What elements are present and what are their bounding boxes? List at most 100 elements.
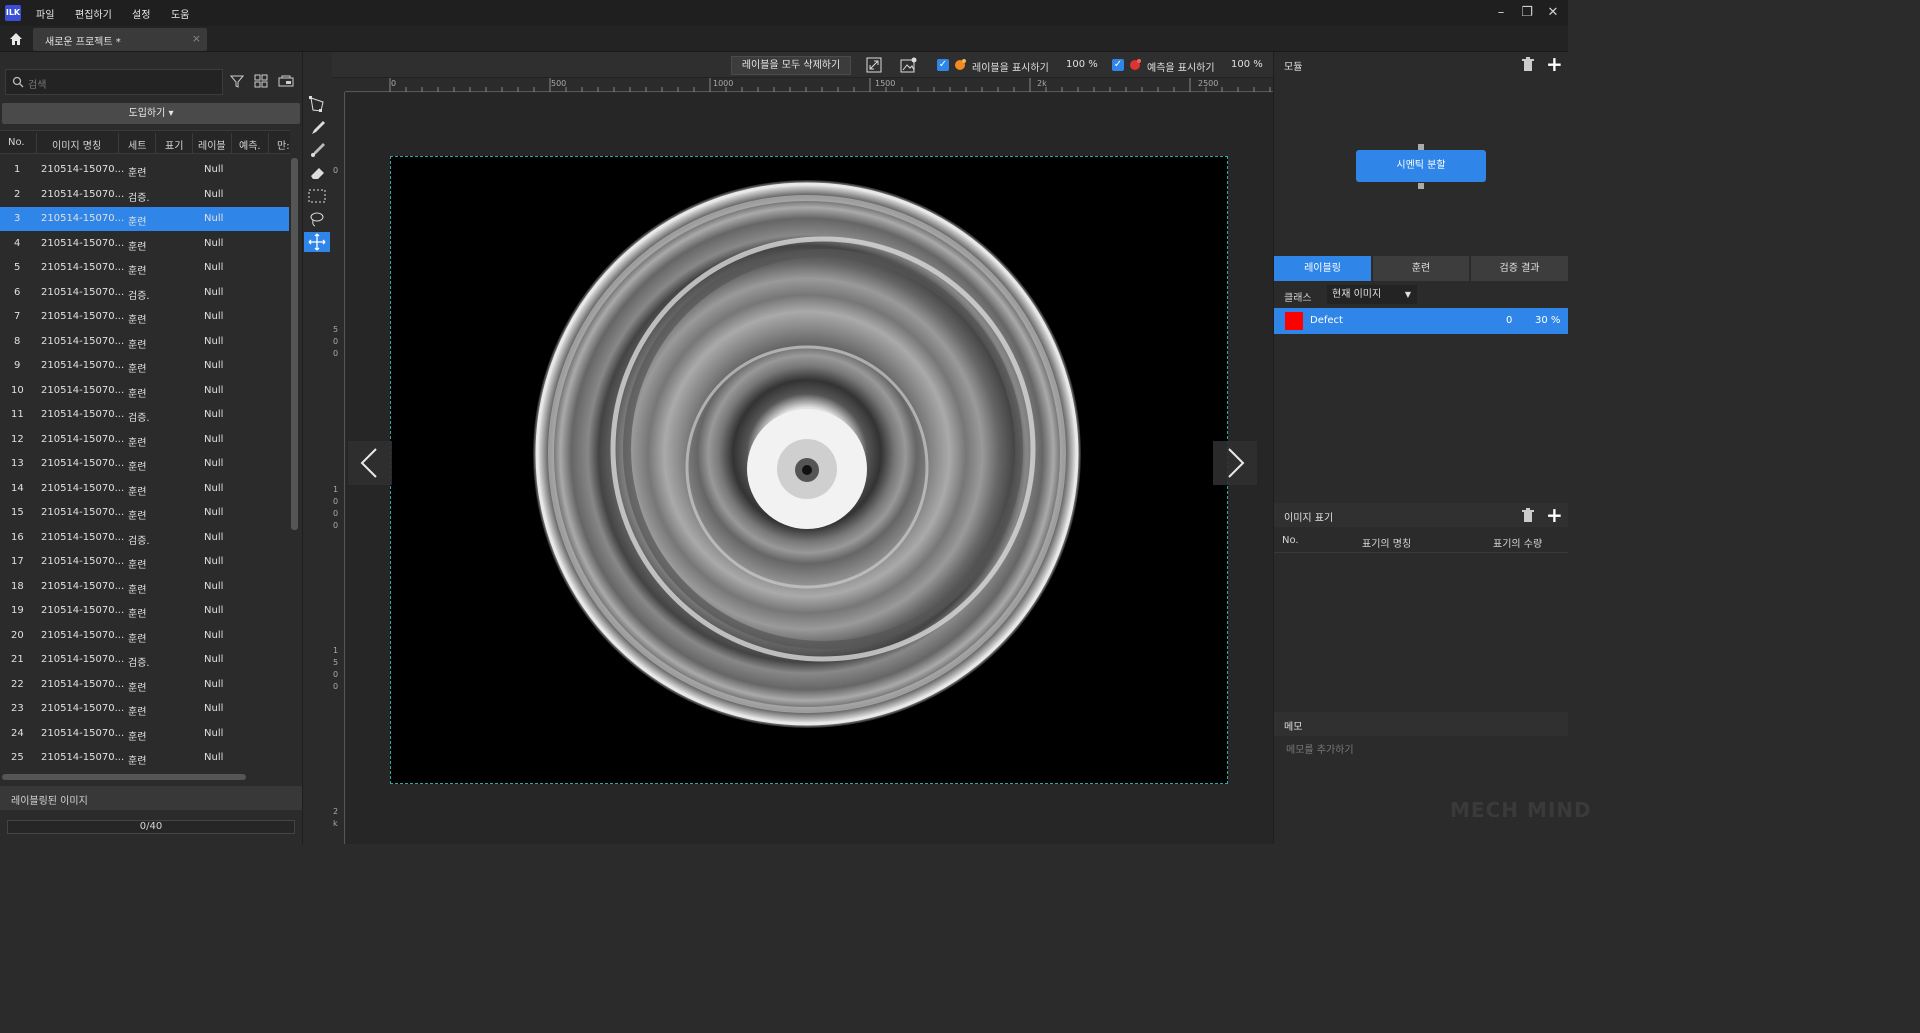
class-color-swatch[interactable]: [1285, 312, 1303, 330]
table-row[interactable]: 11 210514-15070... 검증. Null: [0, 403, 289, 427]
table-row[interactable]: 22 210514-15070... 훈련 Null: [0, 673, 289, 697]
table-row[interactable]: 14 210514-15070... 훈련 Null: [0, 477, 289, 501]
row-set: 훈련: [128, 731, 147, 743]
ruler-label: 2500: [1198, 79, 1219, 88]
import-button[interactable]: 도입하기 ▾: [2, 103, 300, 124]
class-row-defect[interactable]: Defect 0 30 %: [1274, 308, 1568, 334]
row-label: Null: [204, 752, 224, 763]
table-row[interactable]: 8 210514-15070... 훈련 Null: [0, 330, 289, 354]
menu-help[interactable]: 도움: [171, 6, 189, 21]
label-opacity-value[interactable]: 100 %: [1066, 59, 1098, 70]
image-frame[interactable]: [390, 156, 1228, 784]
previous-image-button[interactable]: [348, 441, 392, 485]
lasso-tool-icon[interactable]: [304, 209, 330, 229]
menu-file[interactable]: 파일: [36, 6, 54, 21]
table-row[interactable]: 18 210514-15070... 훈련 Null: [0, 575, 289, 599]
close-icon[interactable]: ×: [192, 32, 201, 45]
row-label: Null: [204, 188, 224, 200]
clear-labels-button[interactable]: 레이블을 모두 삭제하기: [731, 56, 851, 75]
table-row[interactable]: 4 210514-15070... 훈련 Null: [0, 232, 289, 256]
tab-labeling[interactable]: 레이블링: [1274, 256, 1371, 281]
vertical-scrollbar[interactable]: [291, 158, 298, 530]
semantic-segmentation-module[interactable]: 시멘틱 분할: [1356, 150, 1486, 182]
col-tag[interactable]: 표기: [165, 137, 183, 152]
search-icon: [12, 76, 24, 88]
restore-icon[interactable]: ❐: [1520, 6, 1534, 20]
row-image-name: 210514-15070...: [41, 188, 125, 200]
row-image-name: 210514-15070...: [41, 580, 125, 592]
col-no[interactable]: No.: [8, 137, 25, 148]
project-tab[interactable]: 새로운 프로젝트 * ×: [33, 28, 207, 51]
table-row[interactable]: 10 210514-15070... 훈련 Null: [0, 379, 289, 403]
minimize-icon[interactable]: –: [1494, 6, 1508, 20]
row-label: Null: [204, 384, 224, 396]
trash-icon[interactable]: [1521, 57, 1535, 75]
table-row[interactable]: 17 210514-15070... 훈련 Null: [0, 550, 289, 574]
trash-icon[interactable]: [1521, 508, 1535, 526]
fit-view-icon[interactable]: [866, 57, 882, 76]
close-window-icon[interactable]: ✕: [1546, 6, 1560, 20]
home-icon[interactable]: [8, 31, 24, 47]
eraser-tool-icon[interactable]: [304, 163, 330, 183]
table-row[interactable]: 13 210514-15070... 훈련 Null: [0, 452, 289, 476]
col-label[interactable]: 레이블: [198, 137, 226, 152]
table-row[interactable]: 15 210514-15070... 훈련 Null: [0, 501, 289, 525]
grid-view-icon[interactable]: [254, 74, 268, 91]
ruler-label: 1500: [875, 79, 896, 88]
rect-select-icon[interactable]: [304, 186, 330, 206]
table-row[interactable]: 5 210514-15070... 훈련 Null: [0, 256, 289, 280]
row-number: 23: [11, 703, 24, 714]
image-settings-icon[interactable]: [900, 57, 918, 76]
class-scope-select[interactable]: 현재 이미지 ▼: [1327, 285, 1417, 304]
table-row[interactable]: 19 210514-15070... 훈련 Null: [0, 599, 289, 623]
table-row[interactable]: 6 210514-15070... 검증. Null: [0, 281, 289, 305]
prediction-opacity-value[interactable]: 100 %: [1231, 59, 1263, 70]
memo-input[interactable]: 메모를 추가하기: [1286, 741, 1354, 756]
move-tool-icon[interactable]: [304, 232, 330, 252]
table-row[interactable]: 2 210514-15070... 검증. Null: [0, 183, 289, 207]
col-prediction[interactable]: 예측.: [239, 137, 261, 152]
table-row[interactable]: 7 210514-15070... 훈련 Null: [0, 305, 289, 329]
menu-edit[interactable]: 편집하기: [75, 6, 112, 21]
table-row[interactable]: 24 210514-15070... 훈련 Null: [0, 722, 289, 746]
settings-panel-icon[interactable]: [278, 74, 294, 91]
row-label: Null: [204, 164, 224, 175]
horizontal-scrollbar[interactable]: [2, 774, 246, 780]
smart-brush-icon[interactable]: [304, 140, 330, 160]
table-row[interactable]: 1 210514-15070... 훈련 Null: [0, 158, 289, 182]
table-row[interactable]: 9 210514-15070... 훈련 Null: [0, 354, 289, 378]
tags-col-name: 표기의 명칭: [1362, 539, 1412, 550]
table-row[interactable]: 25 210514-15070... 훈련 Null: [0, 746, 289, 770]
filter-icon[interactable]: [229, 74, 245, 91]
search-input[interactable]: 검색: [5, 69, 223, 95]
show-predictions-checkbox[interactable]: ✓: [1112, 59, 1124, 71]
col-image-name[interactable]: 이미지 명칭: [52, 137, 101, 152]
table-row[interactable]: 16 210514-15070... 검증. Null: [0, 526, 289, 550]
module-connector-bottom: [1418, 183, 1424, 189]
row-label: Null: [204, 311, 224, 322]
show-labels-checkbox[interactable]: ✓: [937, 59, 949, 71]
add-tag-icon[interactable]: +: [1546, 505, 1563, 525]
brush-tool-icon[interactable]: [304, 118, 330, 138]
row-number: 1: [14, 164, 21, 175]
tab-validation-results[interactable]: 검증 결과: [1471, 256, 1568, 281]
row-label: Null: [204, 703, 224, 714]
polygon-tool-icon[interactable]: [304, 95, 330, 115]
col-set[interactable]: 세트: [128, 137, 146, 152]
next-image-button[interactable]: [1213, 441, 1257, 485]
tags-col-count: 표기의 수량: [1493, 539, 1543, 550]
row-set: 훈련: [128, 682, 147, 694]
table-row[interactable]: 21 210514-15070... 검증. Null: [0, 648, 289, 672]
col-extra[interactable]: 만:: [277, 137, 290, 152]
row-number: 13: [11, 458, 24, 469]
table-row[interactable]: 3 210514-15070... 훈련 Null: [0, 207, 289, 231]
menu-settings[interactable]: 설정: [132, 6, 150, 21]
add-module-icon[interactable]: +: [1546, 54, 1563, 74]
table-row[interactable]: 23 210514-15070... 훈련 Null: [0, 697, 289, 721]
tags-col-no: No.: [1282, 535, 1299, 546]
labeling-progress: 0/40: [7, 820, 295, 834]
ruler-label: 500: [551, 79, 567, 88]
table-row[interactable]: 20 210514-15070... 훈련 Null: [0, 624, 289, 648]
table-row[interactable]: 12 210514-15070... 훈련 Null: [0, 428, 289, 452]
tab-training[interactable]: 훈련: [1373, 256, 1469, 281]
